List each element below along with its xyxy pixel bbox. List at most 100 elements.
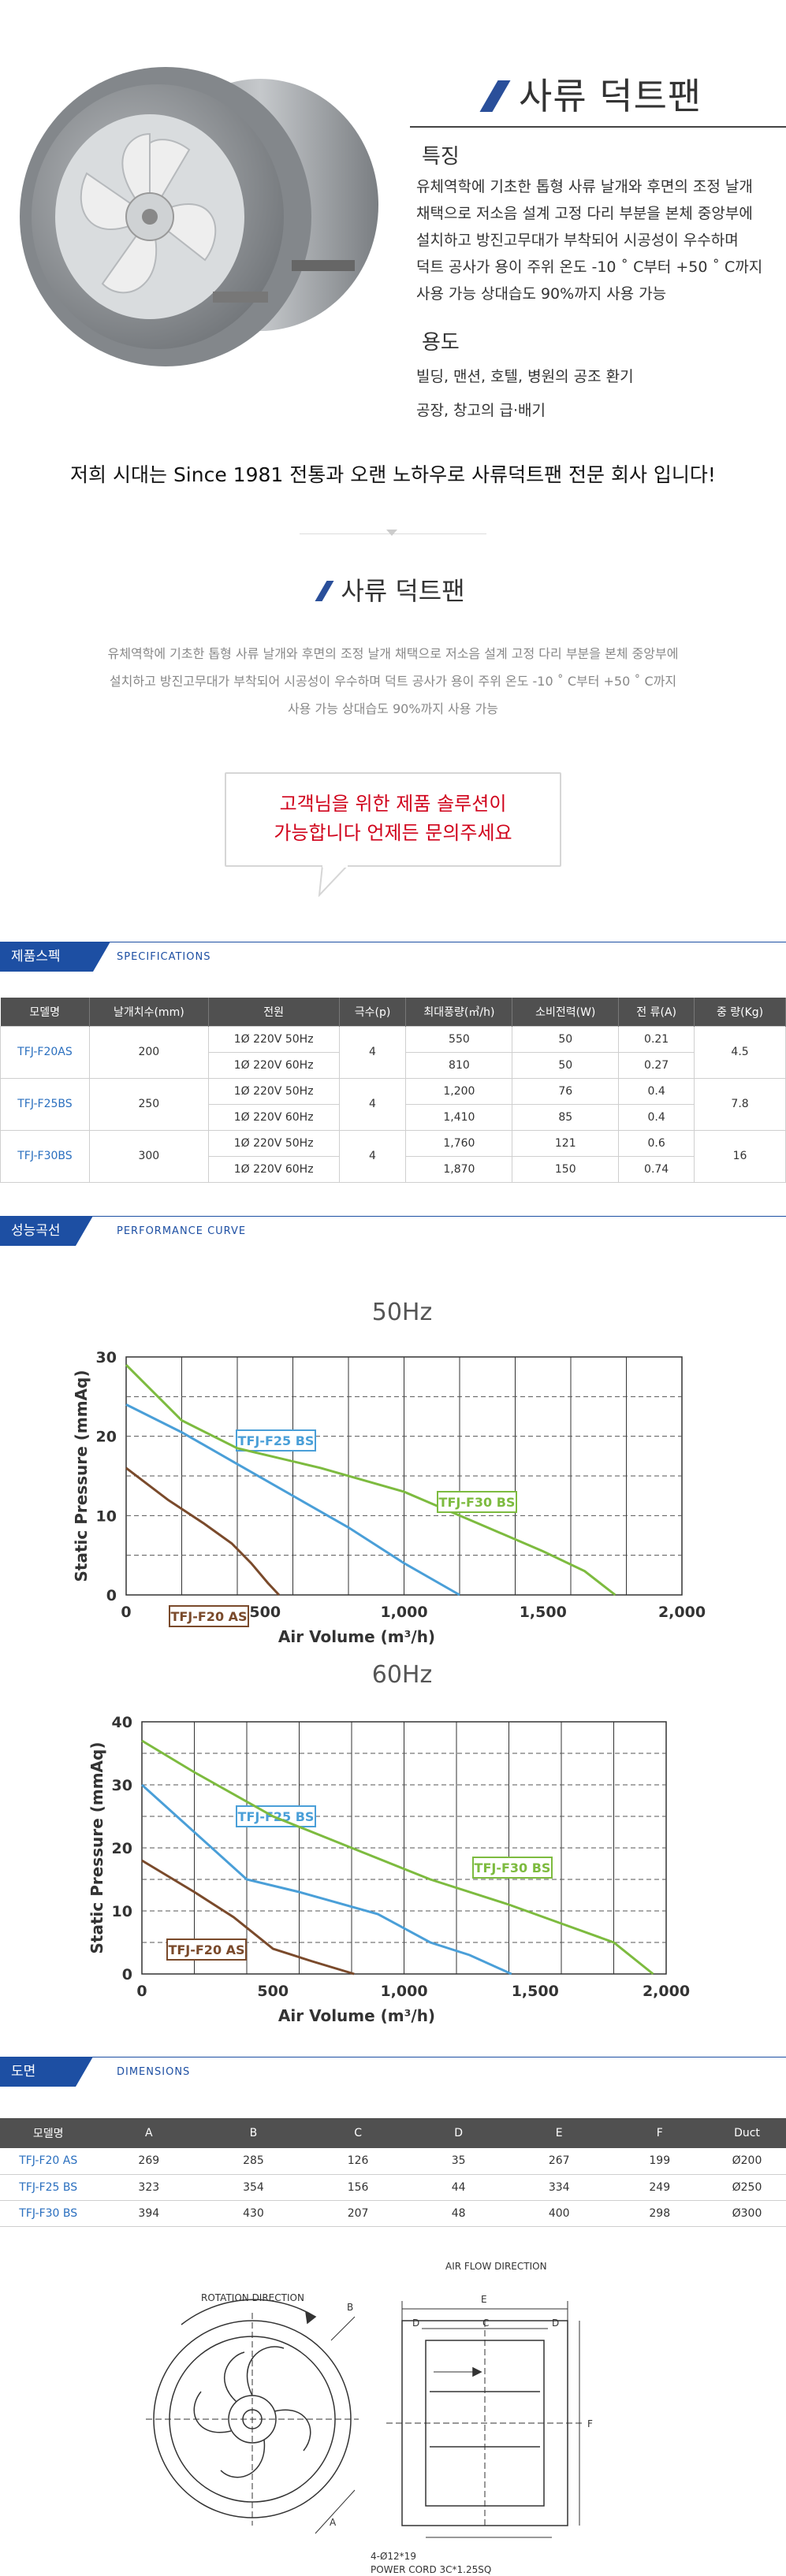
column-header: C [305, 2118, 411, 2148]
table-row: TFJ-F30 BS 394 430 207 48 400 298 Ø300 [0, 2200, 786, 2227]
front-view [146, 2299, 359, 2534]
table-row: TFJ-F25BS 250 1Ø 220V 50Hz 4 1,200 76 0.… [0, 1077, 786, 1131]
y-tick-label: 20 [96, 1429, 117, 1446]
slash-icon [315, 581, 334, 601]
duct-cell: Ø200 [707, 2148, 786, 2175]
series-label: TFJ-F30 BS [475, 1860, 551, 1875]
section-title-text: 사류 덕트팬 [341, 576, 465, 606]
power-cell: 1Ø 220V 60Hz [207, 1155, 340, 1183]
dim-cell: 249 [611, 2174, 708, 2201]
column-header: 모델명 [0, 998, 90, 1026]
dims-header-row: 모델명 A B C D E F Duct [0, 2118, 786, 2148]
dim-cell: 400 [506, 2200, 612, 2227]
curve-tag-label: 성능곡선 [0, 1216, 76, 1246]
section-title: 사류 덕트팬 [0, 571, 786, 608]
column-header: A [96, 2118, 202, 2148]
x-axis-label: Air Volume (m³/h) [278, 2006, 435, 2025]
x-tick-label: 2,000 [658, 1604, 706, 1621]
model-cell[interactable]: TFJ-F25 BS [0, 2174, 97, 2201]
dim-cell: 269 [96, 2148, 202, 2175]
chart-title: 50Hz [372, 1299, 432, 1326]
column-header: Duct [707, 2118, 786, 2148]
dims-tag: 도면 [0, 2057, 93, 2087]
y-axis-label: Static Pressure (mmAq) [88, 1742, 106, 1954]
blade-cell: 300 [88, 1129, 209, 1183]
duct-cell: Ø250 [707, 2174, 786, 2201]
bubble-line: 고객님을 위한 제품 솔루션이 [279, 793, 507, 815]
curve-tag-rule [0, 1216, 786, 1217]
column-header: 전원 [208, 998, 340, 1026]
y-tick-label: 0 [122, 1966, 132, 1983]
use-line: 빌딩, 맨션, 호텔, 병원의 공조 환기 [416, 368, 634, 385]
series-label: TFJ-F30 BS [439, 1495, 516, 1510]
column-header: 모델명 [0, 2118, 97, 2148]
y-tick-label: 10 [96, 1507, 117, 1525]
watt-cell: 76 [512, 1077, 620, 1105]
bubble-line: 가능합니다 언제든 문의주세요 [274, 822, 512, 844]
feature-line: 채택으로 저소음 설계 고정 다리 부분을 본체 중앙부에 [416, 205, 753, 222]
dims-tag-en: DIMENSIONS [117, 2066, 191, 2078]
y-tick-label: 40 [112, 1714, 132, 1731]
dim-cell: 298 [611, 2200, 708, 2227]
dim-cell: 35 [410, 2148, 507, 2175]
page: 사류 덕트팬 특징 유체역학에 기초한 톱형 사류 날개와 후면의 조정 날개 … [0, 0, 786, 2576]
section-description: 유체역학에 기초한 톱형 사류 날개와 후면의 조정 날개 채택으로 저소음 설… [63, 640, 723, 723]
use-line: 공장, 창고의 급·배기 [416, 402, 546, 419]
x-tick-label: 1,000 [380, 1604, 427, 1621]
poles-cell: 4 [338, 1025, 407, 1079]
x-tick-label: 1,000 [380, 1983, 427, 2000]
column-header: B [201, 2118, 306, 2148]
feature-line: 유체역학에 기초한 톱형 사류 날개와 후면의 조정 날개 [416, 178, 753, 195]
y-tick-label: 30 [112, 1777, 132, 1794]
x-tick-label: 500 [249, 1604, 281, 1621]
column-header: E [506, 2118, 612, 2148]
slash-icon [479, 80, 511, 112]
dim-cell: 207 [305, 2200, 411, 2227]
model-cell[interactable]: TFJ-F30 BS [0, 2200, 97, 2227]
dim-letter-b: B [347, 2302, 353, 2313]
blade-cell: 250 [88, 1077, 209, 1131]
power-cell: 1Ø 220V 60Hz [207, 1051, 340, 1079]
tag-tail [76, 1216, 93, 1246]
y-tick-label: 0 [106, 1587, 117, 1604]
duct-cell: Ø300 [707, 2200, 786, 2227]
model-cell[interactable]: TFJ-F25BS [0, 1077, 90, 1131]
series-label: TFJ-F20 AS [168, 1942, 244, 1957]
column-header: D [410, 2118, 507, 2148]
chart-title: 60Hz [372, 1661, 432, 1689]
x-tick-label: 0 [136, 1983, 147, 2000]
watt-cell: 150 [512, 1155, 620, 1183]
dim-cell: 285 [201, 2148, 306, 2175]
table-row: TFJ-F20AS 200 1Ø 220V 50Hz 4 550 50 0.21… [0, 1025, 786, 1079]
divider-arrow-icon [386, 530, 397, 537]
dim-cell: 126 [305, 2148, 411, 2175]
title-divider [410, 126, 786, 128]
poles-cell: 4 [338, 1077, 407, 1131]
column-header: 전 류(A) [618, 998, 695, 1026]
amp-cell: 0.4 [618, 1077, 695, 1105]
contact-bubble: 고객님을 위한 제품 솔루션이 가능합니다 언제든 문의주세요 [225, 772, 561, 867]
column-header: F [611, 2118, 708, 2148]
watt-cell: 50 [512, 1025, 620, 1053]
technical-drawing: ROTATION DIRECTION B A AIR FLOW DIRECTIO… [146, 2261, 593, 2575]
spec-header-row: 모델명 날개치수(mm) 전원 극수(p) 최대풍량(㎥/h) 소비전력(W) … [0, 998, 786, 1026]
x-axis-label: Air Volume (m³/h) [278, 1627, 435, 1646]
watt-cell: 85 [512, 1103, 620, 1131]
dim-letter-d: D [412, 2318, 419, 2329]
dim-letter-c: C [482, 2318, 489, 2329]
model-cell[interactable]: TFJ-F30BS [0, 1129, 90, 1183]
tag-tail [93, 942, 110, 972]
table-row: TFJ-F25 BS 323 354 156 44 334 249 Ø250 [0, 2174, 786, 2201]
model-cell[interactable]: TFJ-F20AS [0, 1025, 90, 1079]
airflow-cell: 1,200 [405, 1077, 513, 1105]
spec-tag-label: 제품스펙 [0, 942, 93, 972]
chart-50hz: 50Hz 0 500 1,000 1,500 2,000 0 10 20 30 Air Volume… [72, 1299, 706, 1646]
column-header: 날개치수(mm) [89, 998, 209, 1026]
table-row: TFJ-F30BS 300 1Ø 220V 50Hz 4 1,760 121 0… [0, 1129, 786, 1183]
curve-tag-en: PERFORMANCE CURVE [117, 1225, 247, 1237]
column-header: 극수(p) [339, 998, 407, 1026]
dim-cell: 156 [305, 2174, 411, 2201]
x-tick-label: 1,500 [520, 1604, 567, 1621]
dims-tag-label: 도면 [0, 2057, 76, 2087]
model-cell[interactable]: TFJ-F20 AS [0, 2148, 97, 2175]
